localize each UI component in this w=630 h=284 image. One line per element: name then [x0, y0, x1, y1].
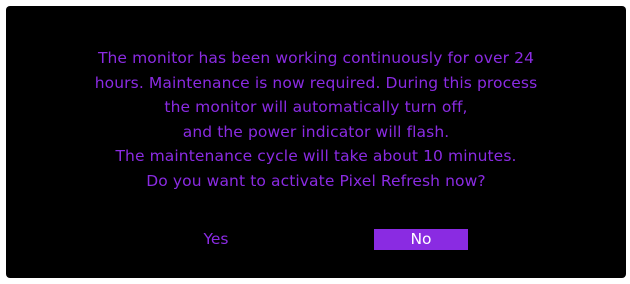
dialog-message: The monitor has been working continuousl… [6, 46, 626, 193]
message-line: The maintenance cycle will take about 10… [115, 147, 517, 165]
message-line: Do you want to activate Pixel Refresh no… [146, 171, 486, 190]
message-line: and the power indicator will flash. [182, 122, 450, 141]
pixel-refresh-dialog: The monitor has been working continuousl… [6, 6, 626, 278]
no-button[interactable]: No [374, 229, 468, 250]
yes-button[interactable]: Yes [176, 229, 256, 250]
message-line: the monitor will automatically turn off, [164, 98, 468, 116]
message-line: hours. Maintenance is now required. Duri… [94, 73, 538, 92]
message-line: The monitor has been working continuousl… [97, 49, 535, 67]
